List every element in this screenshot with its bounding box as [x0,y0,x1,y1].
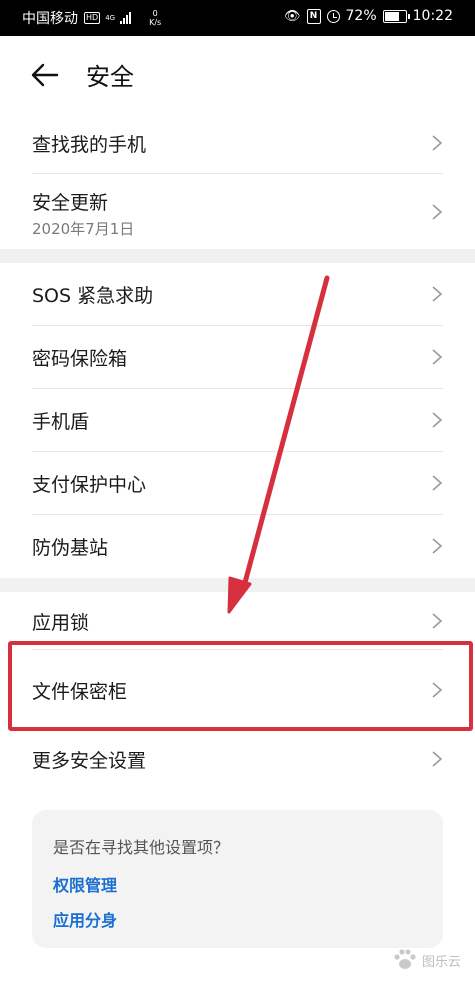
row-security-update[interactable]: 安全更新 2020年7月1日 [0,174,475,249]
link-permission-management[interactable]: 权限管理 [53,872,117,896]
status-left: 中国移动 HD 4G 0 K/s [22,8,161,28]
watermark-text: 图乐云 [421,954,461,970]
row-sublabel-date: 2020年7月1日 [32,220,135,238]
settings-group-2: SOS 紧急求助 密码保险箱 手机盾 支付保护中心 防伪基站 [0,263,475,578]
chevron-right-icon [432,613,443,629]
watermark: 图乐云 [392,948,461,972]
paw-logo-icon [394,949,416,969]
group-gap [0,249,475,263]
network-type: 4G [105,14,116,22]
signal-icon [120,12,132,24]
row-label: 安全更新 [32,192,109,214]
row-phone-shield[interactable]: 手机盾 [0,389,475,452]
chevron-right-icon [432,475,443,491]
link-app-twin[interactable]: 应用分身 [53,907,117,931]
row-label: 更多安全设置 [32,750,147,772]
status-bar: 中国移动 HD 4G 0 K/s 👁 N 72% 10:22 [0,0,475,36]
hd-badge: HD [84,12,101,24]
group-gap [0,578,475,592]
chevron-right-icon [432,349,443,365]
net-speed: 0 K/s [149,9,161,27]
chevron-right-icon [432,751,443,767]
row-label: 查找我的手机 [32,134,147,156]
row-label: 防伪基站 [32,537,109,559]
highlight-annotation-box [8,641,473,731]
row-more-security-settings[interactable]: 更多安全设置 [0,728,475,794]
row-password-vault[interactable]: 密码保险箱 [0,326,475,389]
chevron-right-icon [432,204,443,220]
back-arrow-icon[interactable] [30,60,60,90]
battery-percent: 72% [345,8,377,24]
row-anti-fake-station[interactable]: 防伪基站 [0,515,475,578]
carrier-label: 中国移动 [22,11,78,27]
eye-comfort-icon: 👁 [284,8,301,24]
net-speed-value: 0 [152,9,158,18]
chevron-right-icon [432,412,443,428]
page-title: 安全 [86,63,134,91]
chevron-right-icon [432,286,443,302]
settings-group-1: 查找我的手机 安全更新 2020年7月1日 [0,112,475,249]
row-label: 支付保护中心 [32,474,147,496]
battery-icon [382,9,410,23]
status-time: 10:22 [412,8,453,24]
row-label: 应用锁 [32,612,90,634]
row-label: 密码保险箱 [32,348,128,370]
chevron-right-icon [432,135,443,151]
row-sos[interactable]: SOS 紧急求助 [0,263,475,326]
row-payment-protection[interactable]: 支付保护中心 [0,452,475,515]
app-header: 安全 [0,36,475,112]
suggestion-card: 是否在寻找其他设置项？ 权限管理 应用分身 [32,810,443,948]
nfc-icon: N [306,8,321,24]
row-find-my-phone[interactable]: 查找我的手机 [0,112,475,174]
alarm-icon [326,9,340,23]
chevron-right-icon [432,538,443,554]
row-label: SOS 紧急求助 [32,285,154,307]
net-speed-unit: K/s [149,18,162,27]
suggestion-question: 是否在寻找其他设置项？ [53,838,230,857]
status-right: 👁 N 72% 10:22 [284,8,453,24]
row-label: 手机盾 [32,411,90,433]
